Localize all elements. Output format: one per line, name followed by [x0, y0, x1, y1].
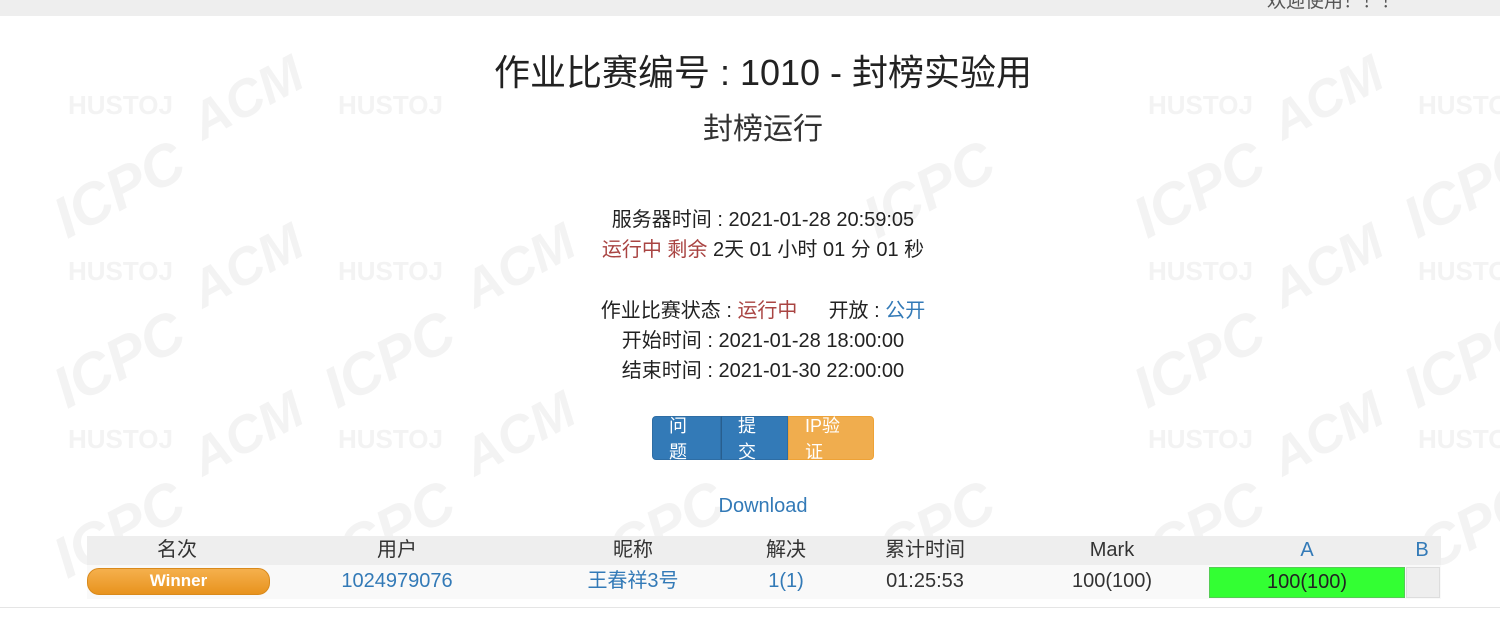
- remaining-time-line: 运行中 剩余 2天 01 小时 01 分 01 秒: [0, 235, 1500, 265]
- status-label: 作业比赛状态 :: [600, 300, 738, 322]
- header-mark: Mark: [1089, 539, 1135, 561]
- watermark-hustoj: HUSTOJ: [338, 424, 443, 454]
- start-time-label: 开始时间 :: [621, 330, 719, 352]
- watermark-hustoj: HUSTOJ: [1148, 424, 1253, 454]
- contest-title: 作业比赛编号 : 1010 - 封榜实验用: [493, 52, 1033, 93]
- server-time-value: 2021-01-28 20:59:05: [728, 209, 915, 231]
- running-label: 运行中 剩余: [601, 239, 708, 261]
- table-row: Winner 1024979076 王春祥3号 1(1) 01:25:53 10…: [87, 565, 1441, 599]
- problem-b-empty-cell: [1406, 567, 1440, 598]
- watermark-acm: ACM: [181, 380, 314, 488]
- end-time-line: 结束时间 : 2021-01-30 22:00:00: [0, 356, 1500, 386]
- header-nick: 昵称: [613, 539, 653, 561]
- end-time-label: 结束时间 :: [621, 360, 719, 382]
- contest-button-group: 问题 提交 IP验证: [652, 416, 874, 462]
- contest-status-line: 作业比赛状态 : 运行中 开放 : 公开: [0, 296, 1500, 326]
- start-time-value: 2021-01-28 18:00:00: [718, 330, 905, 352]
- server-time-line: 服务器时间 : 2021-01-28 20:59:05: [0, 205, 1500, 235]
- watermark-acm: ACM: [453, 380, 586, 488]
- nick-link[interactable]: 王春祥3号: [563, 565, 703, 597]
- header-time: 累计时间: [885, 539, 965, 561]
- remaining-time-value: 2天 01 小时 01 分 01 秒: [707, 239, 925, 261]
- contest-subtitle: 封榜运行: [703, 113, 823, 146]
- problems-button[interactable]: 问题: [652, 416, 721, 462]
- solved-link[interactable]: 1(1): [736, 565, 836, 597]
- start-time-line: 开始时间 : 2021-01-28 18:00:00: [0, 326, 1500, 356]
- ranklist-table: 名次 用户 昵称 解决 累计时间 Mark A B Winner 1024979…: [87, 536, 1441, 599]
- winner-badge: Winner: [87, 568, 270, 595]
- open-label: 开放 :: [828, 300, 886, 322]
- watermark-hustoj: HUSTOJ: [1418, 424, 1500, 454]
- header-problem-b-link[interactable]: B: [1402, 536, 1442, 565]
- header-problem-a-link[interactable]: A: [1257, 536, 1357, 565]
- end-time-value: 2021-01-30 22:00:00: [718, 360, 905, 382]
- header-rank: 名次: [157, 539, 197, 561]
- server-time-label: 服务器时间 :: [611, 209, 729, 231]
- download-link[interactable]: Download: [0, 491, 1500, 521]
- open-value-link[interactable]: 公开: [885, 300, 925, 322]
- welcome-text: 欢迎使用！！！: [1266, 0, 1400, 12]
- ranklist-header-row: 名次 用户 昵称 解决 累计时间 Mark A B: [87, 536, 1441, 565]
- watermark-hustoj: HUSTOJ: [68, 424, 173, 454]
- mark-value: 100(100): [1071, 570, 1153, 592]
- total-time: 01:25:53: [886, 570, 964, 592]
- watermark-acm: ACM: [1261, 380, 1394, 488]
- status-value: 运行中: [737, 300, 798, 322]
- bottom-divider: [0, 607, 1500, 608]
- header-user: 用户: [377, 539, 417, 561]
- user-link[interactable]: 1024979076: [307, 565, 487, 597]
- submit-button[interactable]: 提交: [721, 416, 788, 462]
- problem-a-accepted-cell: 100(100): [1209, 567, 1405, 598]
- ip-verify-button[interactable]: IP验证: [788, 416, 874, 462]
- header-solved: 解决: [766, 539, 806, 561]
